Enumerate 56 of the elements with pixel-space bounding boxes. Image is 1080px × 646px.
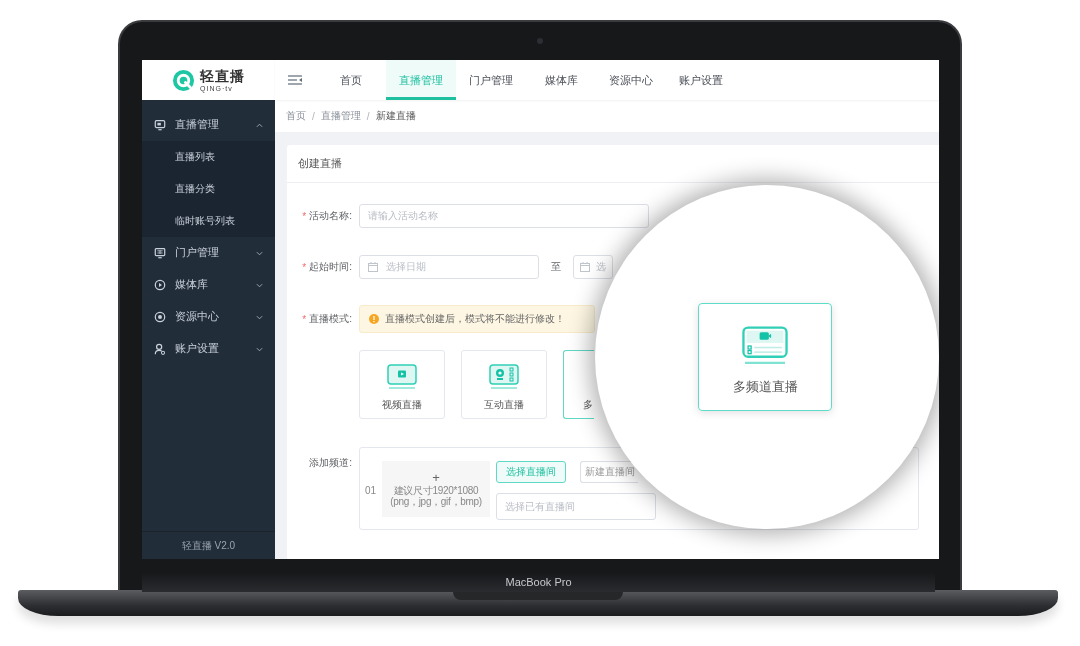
submenu-item[interactable]: 直播列表 <box>142 141 275 173</box>
card-title: 创建直播 <box>287 145 939 183</box>
sidebar-item[interactable]: 媒体库 <box>142 269 275 301</box>
mode-option[interactable]: 多 <box>563 350 594 419</box>
play-circle-icon <box>154 279 166 291</box>
camera-dot <box>537 38 543 44</box>
nav-tab[interactable]: 媒体库 <box>526 60 596 100</box>
sidebar-item[interactable]: 账户设置 <box>142 333 275 365</box>
required-mark: * <box>302 313 307 325</box>
brand-name: 轻直播 <box>200 68 245 83</box>
video-screen-icon <box>386 364 418 390</box>
monitor-icon <box>154 119 166 131</box>
upload-formats: (png，jpg，gif，bmp) <box>390 496 482 508</box>
upload-hint: 建议尺寸1920*1080 <box>393 485 479 497</box>
field-label: 起始时间: <box>309 260 352 274</box>
nav-tab[interactable]: 资源中心 <box>596 60 666 100</box>
plus-sign: + <box>432 470 440 485</box>
sidebar-item[interactable]: 门户管理 <box>142 237 275 269</box>
webcam-screen-icon <box>488 364 520 390</box>
channel-number: 01 <box>365 485 378 496</box>
field-label: 活动名称: <box>309 209 352 223</box>
laptop-model-label: MacBook Pro <box>505 576 572 590</box>
submenu-item[interactable]: 直播分类 <box>142 173 275 205</box>
nav-tab[interactable]: 首页 <box>316 60 386 100</box>
user-icon <box>154 343 166 355</box>
option-label: 多频道直播 <box>732 378 798 396</box>
warning-text: 直播模式创建后，模式将不能进行修改！ <box>385 312 565 326</box>
required-mark: * <box>302 261 307 273</box>
option-label: 视频直播 <box>382 398 422 412</box>
required-mark: * <box>302 210 307 222</box>
multi-screen-icon <box>740 326 790 366</box>
range-separator: 至 <box>550 260 562 274</box>
breadcrumb-link[interactable]: 直播管理 <box>320 109 361 123</box>
target-icon <box>154 311 166 323</box>
submenu-item[interactable]: 临时账号列表 <box>142 205 275 237</box>
mode-option[interactable]: 视频直播 <box>359 350 445 419</box>
breadcrumb-separator: / <box>312 110 315 122</box>
calendar-icon <box>368 262 378 272</box>
grid-monitor-icon <box>154 247 166 259</box>
field-label: 直播模式: <box>309 312 352 326</box>
nav-tab[interactable]: 门户管理 <box>456 60 526 100</box>
breadcrumb-separator: / <box>366 110 370 122</box>
calendar-icon <box>580 262 590 272</box>
option-label: 多 <box>583 398 593 412</box>
nav-tab[interactable]: 账户设置 <box>666 60 736 100</box>
sidebar-item[interactable]: 直播管理 <box>142 109 275 141</box>
image-upload[interactable]: + 建议尺寸1920*1080 (png，jpg，gif，bmp) <box>382 461 490 517</box>
warning-icon <box>369 314 379 324</box>
mode-option[interactable]: 多频道直播 <box>698 303 832 411</box>
menu-icon[interactable] <box>288 75 302 85</box>
field-label: 添加频道: <box>309 456 352 470</box>
mode-option[interactable]: 互动直播 <box>461 350 547 419</box>
sidebar-item[interactable]: 资源中心 <box>142 301 275 333</box>
option-label: 互动直播 <box>484 398 524 412</box>
breadcrumb-link[interactable]: 首页 <box>286 109 306 123</box>
logo-icon <box>172 68 195 92</box>
